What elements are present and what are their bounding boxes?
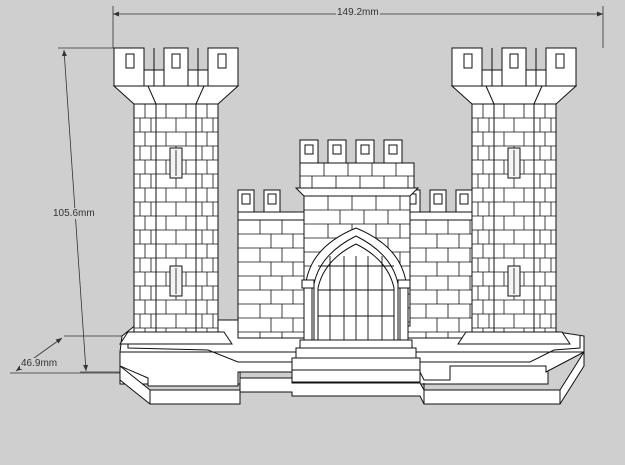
- curtain-wall-left: [237, 189, 305, 339]
- tower-plinth: [119, 331, 233, 345]
- tower-merlon-slot: [509, 53, 519, 69]
- tower-merlon-slot: [555, 53, 565, 69]
- gatehouse-ledge: [294, 187, 420, 197]
- curtain-wall-bricks: [403, 219, 475, 339]
- door-capital-left: [301, 279, 315, 289]
- merlon-slot: [459, 193, 469, 205]
- door-pillar-left: [303, 287, 313, 341]
- gatehouse-merlon-slot: [332, 144, 342, 155]
- gatehouse-merlon-slot: [388, 144, 398, 155]
- door-pillar-right: [399, 287, 409, 341]
- front-stairs: [291, 339, 421, 383]
- stair-step-3: [291, 357, 421, 371]
- depth-dimension-label: 46.9mm: [20, 358, 59, 369]
- tower-merlon-slot: [171, 53, 181, 69]
- modeling-viewport[interactable]: 149.2mm 105.6mm 46.9mm: [0, 0, 625, 465]
- wall-parapet: [403, 211, 475, 221]
- merlon-slot: [433, 193, 443, 205]
- curtain-wall-right: [403, 189, 475, 339]
- width-arrow-left: [113, 11, 119, 17]
- height-arrow-bottom: [83, 364, 89, 371]
- gatehouse-merlon-slot: [304, 144, 314, 155]
- width-dimension-label: 149.2mm: [336, 7, 380, 18]
- tower-corbel: [450, 85, 578, 105]
- depth-arrow-top: [55, 338, 62, 344]
- door-capital-right: [397, 279, 411, 289]
- stair-step-1: [299, 339, 413, 349]
- castle-model[interactable]: [0, 0, 625, 465]
- height-dimension-label: 105.6mm: [52, 208, 96, 219]
- merlon-slot: [241, 193, 251, 205]
- merlon-slot: [267, 193, 277, 205]
- tower-corbel: [112, 85, 240, 105]
- stair-step-4: [291, 369, 421, 383]
- tower-merlon-slot: [217, 53, 227, 69]
- wall-parapet: [237, 211, 305, 221]
- tower-merlon-slot: [125, 53, 135, 69]
- tower-plinth: [457, 331, 571, 345]
- stair-step-2: [295, 347, 417, 359]
- tower-left: [112, 47, 240, 345]
- gatehouse-merlon-slot: [360, 144, 370, 155]
- width-arrow-right: [597, 11, 603, 17]
- tower-merlon-slot: [463, 53, 473, 69]
- height-arrow-top: [61, 50, 67, 57]
- gatehouse-upper-face: [299, 162, 415, 189]
